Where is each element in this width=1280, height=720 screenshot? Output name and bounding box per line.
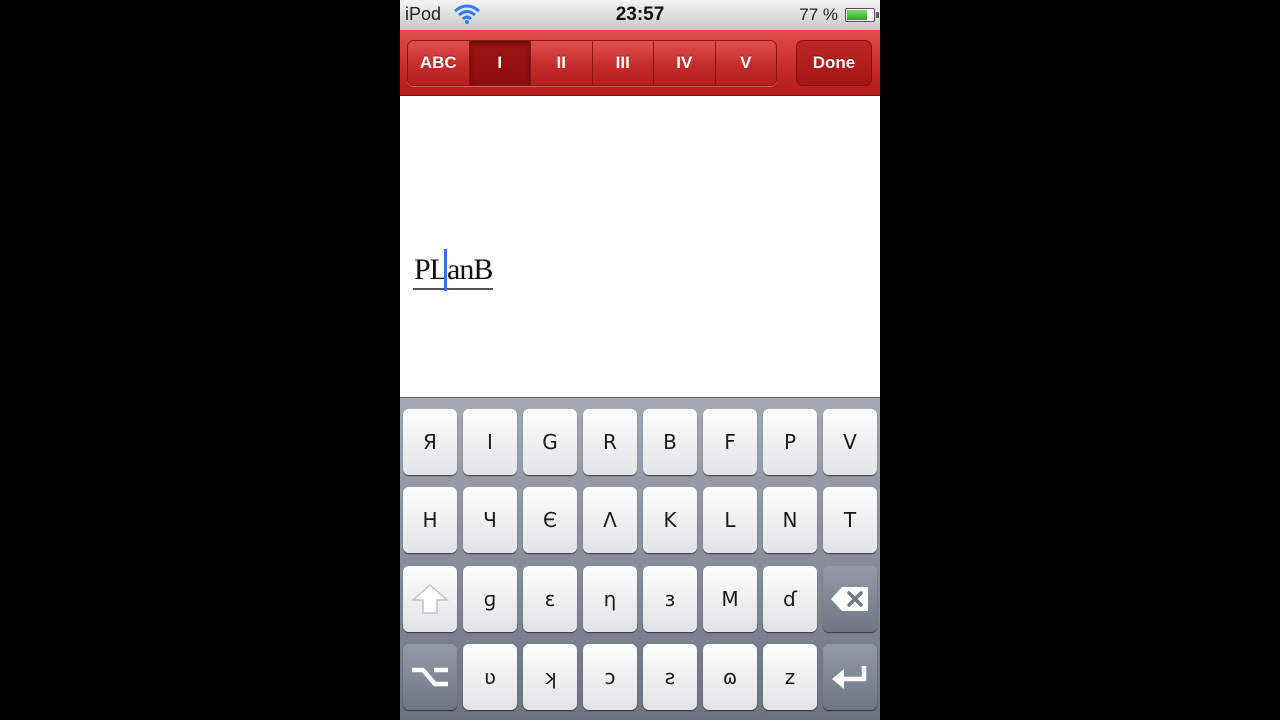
keyboard: Я I G R B F P V H Ч Є Λ K L N T ɡ ɛ η ɜ … — [400, 397, 880, 720]
return-icon — [830, 663, 870, 691]
key[interactable]: G — [523, 409, 577, 475]
key[interactable]: Я — [403, 409, 457, 475]
backspace-icon — [830, 585, 870, 613]
segment-v[interactable]: V — [715, 41, 776, 85]
segment-iv[interactable]: IV — [654, 41, 716, 85]
key[interactable]: P — [763, 409, 817, 475]
key[interactable]: ɷ — [703, 644, 757, 710]
key[interactable]: Ч — [463, 487, 517, 553]
key[interactable]: ɜ — [643, 566, 697, 632]
device-screen: iPod 23:57 77 % ABC I II III IV V Done P… — [400, 0, 880, 720]
key[interactable]: V — [823, 409, 877, 475]
key[interactable]: N — [763, 487, 817, 553]
return-key[interactable] — [823, 644, 877, 710]
key[interactable]: M — [703, 566, 757, 632]
option-key[interactable] — [403, 644, 457, 710]
done-button[interactable]: Done — [796, 40, 872, 86]
segment-ii[interactable]: II — [531, 41, 593, 85]
key[interactable]: L — [703, 487, 757, 553]
key[interactable]: T — [823, 487, 877, 553]
key[interactable]: F — [703, 409, 757, 475]
key[interactable]: η — [583, 566, 637, 632]
key[interactable]: ɗ — [763, 566, 817, 632]
keyboard-layer-selector: ABC I II III IV V — [407, 40, 777, 86]
key[interactable]: ɡ — [463, 566, 517, 632]
battery-fill — [847, 10, 867, 20]
key[interactable]: B — [643, 409, 697, 475]
shift-key[interactable] — [403, 566, 457, 632]
key[interactable]: ƨ — [643, 644, 697, 710]
battery-icon — [845, 8, 879, 22]
option-icon — [410, 665, 450, 689]
shift-icon — [410, 583, 450, 615]
key[interactable]: Є — [523, 487, 577, 553]
key[interactable]: R — [583, 409, 637, 475]
segment-iii[interactable]: III — [592, 41, 654, 85]
status-bar: iPod 23:57 77 % — [400, 0, 880, 30]
key[interactable]: ʋ — [463, 644, 517, 710]
key[interactable]: ɔ — [583, 644, 637, 710]
key[interactable]: H — [403, 487, 457, 553]
key[interactable]: z — [763, 644, 817, 710]
delete-key[interactable] — [823, 566, 877, 632]
text-cursor — [444, 249, 447, 291]
key[interactable]: K — [643, 487, 697, 553]
battery-percentage: 77 % — [799, 5, 838, 24]
key[interactable]: I — [463, 409, 517, 475]
edited-word: PLanB — [413, 252, 493, 290]
keyboard-toolbar: ABC I II III IV V Done — [400, 30, 880, 96]
key[interactable]: Λ — [583, 487, 637, 553]
key[interactable]: ɛ — [523, 566, 577, 632]
segment-abc[interactable]: ABC — [408, 41, 470, 85]
key[interactable]: ʞ — [523, 644, 577, 710]
segment-i[interactable]: I — [469, 41, 531, 85]
text-editor[interactable]: PLanB — [400, 96, 880, 396]
